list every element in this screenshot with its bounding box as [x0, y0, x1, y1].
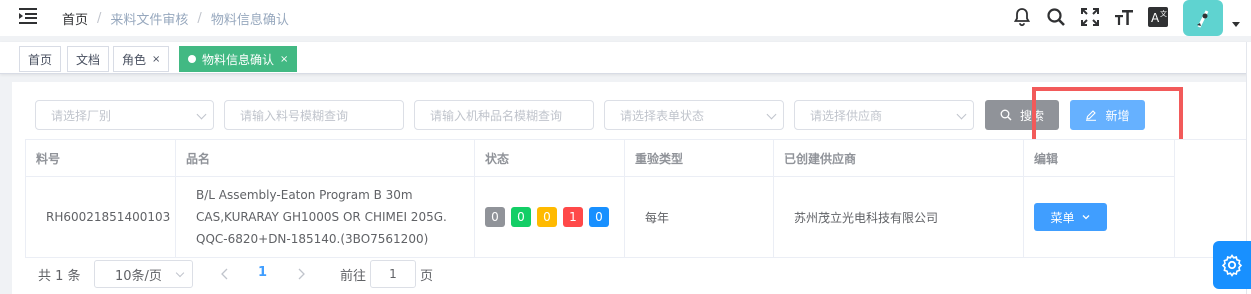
- search-icon[interactable]: [1045, 6, 1067, 28]
- tag-home[interactable]: 首页: [19, 46, 62, 72]
- chevron-down-icon: [196, 109, 207, 120]
- tags-view-bar: 首页 文档 角色 × 物料信息确认 ×: [0, 42, 1251, 74]
- col-name: 品名: [175, 139, 475, 177]
- active-dot-icon: [188, 55, 196, 63]
- chevron-down-icon: [956, 109, 967, 120]
- avatar[interactable]: [1183, 0, 1223, 36]
- pagination-total: 共 1 条: [38, 269, 81, 284]
- avatar-dropdown-caret-icon[interactable]: [1232, 22, 1240, 27]
- top-navbar: 首页 / 来料文件审核 / 物料信息确认 A文: [0, 0, 1251, 36]
- tag-material-confirm[interactable]: 物料信息确认 ×: [179, 46, 298, 72]
- model-name-input[interactable]: 请输入机种品名模糊查询: [414, 100, 594, 130]
- font-size-icon[interactable]: [1113, 6, 1135, 28]
- fullscreen-icon[interactable]: [1079, 6, 1101, 28]
- settings-fab-button[interactable]: [1213, 241, 1251, 289]
- chevron-down-icon: [766, 109, 777, 120]
- col-status: 状态: [474, 139, 625, 177]
- status-badge[interactable]: 0: [537, 207, 557, 227]
- tag-roles[interactable]: 角色 ×: [113, 46, 170, 72]
- tag-docs[interactable]: 文档: [67, 46, 110, 72]
- goto-label: 前往: [340, 269, 367, 284]
- search-icon: [1000, 109, 1012, 121]
- col-edit: 编辑: [1023, 139, 1175, 177]
- status-badges: 0 0 0 1 0: [485, 207, 624, 227]
- close-icon[interactable]: ×: [152, 54, 160, 65]
- col-part-no: 料号: [25, 139, 176, 177]
- menu-dropdown-button[interactable]: 菜单: [1034, 203, 1107, 231]
- breadcrumb-home[interactable]: 首页: [62, 9, 88, 28]
- cell-recheck-type: 每年: [624, 176, 774, 258]
- next-page-icon[interactable]: [296, 268, 306, 280]
- status-badge[interactable]: 0: [485, 207, 505, 227]
- status-badge[interactable]: 1: [563, 207, 583, 227]
- status-select[interactable]: 请选择表单状态: [604, 100, 784, 130]
- breadcrumb: 首页 / 来料文件审核 / 物料信息确认: [62, 9, 289, 28]
- breadcrumb-material-confirm: 物料信息确认: [210, 13, 289, 28]
- bell-icon[interactable]: [1011, 6, 1033, 28]
- status-badge[interactable]: 0: [511, 207, 531, 227]
- svg-text:文: 文: [1160, 9, 1167, 18]
- table-header-row: 料号 品名 状态 重验类型 已创建供应商 编辑: [25, 139, 1175, 177]
- translate-icon[interactable]: A文: [1147, 6, 1169, 28]
- svg-text:A: A: [1151, 11, 1160, 25]
- hamburger-icon[interactable]: [19, 8, 37, 24]
- prev-page-icon[interactable]: [220, 268, 230, 280]
- status-badge[interactable]: 0: [589, 207, 609, 227]
- cell-status: 0 0 0 1 0: [474, 176, 625, 258]
- goto-page-input[interactable]: 1: [370, 260, 416, 288]
- factory-select[interactable]: 请选择厂别: [35, 100, 214, 130]
- goto-suffix: 页: [420, 269, 434, 284]
- col-suppliers: 已创建供应商: [773, 139, 1024, 177]
- cell-suppliers: 苏州茂立光电科技有限公司: [773, 176, 1024, 258]
- chevron-down-icon: [1082, 215, 1089, 220]
- cell-name: B/L Assembly-Eaton Program B 30m CAS,KUR…: [175, 176, 475, 258]
- cell-part-no: RH60021851400103: [25, 176, 176, 258]
- table-row: RH60021851400103 B/L Assembly-Eaton Prog…: [25, 176, 1175, 258]
- close-icon[interactable]: ×: [280, 54, 288, 65]
- gear-icon: [1221, 254, 1243, 277]
- part-no-input[interactable]: 请输入料号模糊查询: [224, 100, 404, 130]
- cell-edit: 菜单: [1023, 176, 1175, 258]
- supplier-select[interactable]: 请选择供应商: [794, 100, 974, 130]
- col-recheck-type: 重验类型: [624, 139, 774, 177]
- breadcrumb-incoming-review[interactable]: 来料文件审核: [110, 9, 188, 28]
- material-table: 料号 品名 状态 重验类型 已创建供应商 编辑 RH60021851400103…: [25, 139, 1175, 258]
- page-size-select[interactable]: 10条/页: [94, 260, 193, 288]
- page-number-current[interactable]: 1: [258, 265, 267, 280]
- chevron-down-icon: [175, 268, 185, 278]
